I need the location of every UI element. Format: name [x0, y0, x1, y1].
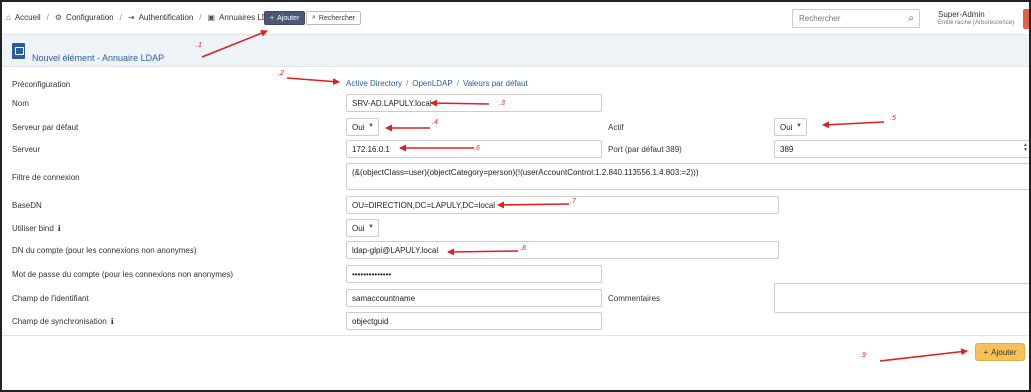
- submit-add-label: Ajouter: [991, 347, 1017, 357]
- login-icon: ⇥: [127, 13, 135, 22]
- chevron-down-icon: ▼: [796, 123, 802, 129]
- preset-separator: /: [406, 79, 409, 88]
- chevron-down-icon: ▼: [368, 224, 374, 230]
- comments-label: Commentaires: [608, 294, 661, 303]
- arrow-9: [879, 348, 968, 362]
- preset-openldap[interactable]: OpenLDAP: [412, 79, 452, 88]
- name-field[interactable]: SRV-AD.LAPULY.local: [346, 94, 602, 112]
- plus-icon: +: [270, 14, 275, 22]
- bind-select[interactable]: Oui ▼: [346, 219, 379, 237]
- annotation-label: .8: [520, 245, 526, 252]
- breadcrumb-authentication[interactable]: Authentification: [139, 13, 194, 22]
- bind-label: Utiliser bind ℹ: [12, 224, 61, 233]
- address-book-icon: [12, 43, 25, 59]
- info-icon[interactable]: ℹ: [111, 317, 114, 326]
- filter-textarea[interactable]: (&(objectClass=user)(objectCategory=pers…: [346, 163, 1029, 190]
- port-field[interactable]: 389 ▲ ▼: [774, 140, 1029, 158]
- active-label: Actif: [608, 123, 624, 132]
- breadcrumb-separator: /: [46, 13, 49, 22]
- identifier-field[interactable]: samaccountname: [346, 289, 602, 307]
- gear-icon: ⚙: [54, 13, 63, 22]
- annotation-label: .1: [196, 42, 202, 49]
- plus-icon: +: [983, 347, 989, 357]
- annotation-label: .9: [860, 352, 866, 359]
- annotation-label: .6: [474, 145, 480, 152]
- global-search-box: ⌕: [792, 9, 920, 28]
- chevron-down-icon: ▼: [368, 123, 374, 129]
- basedn-field[interactable]: OU=DIRECTION,DC=LAPULY,DC=local: [346, 196, 779, 214]
- bind-value: Oui: [352, 224, 365, 233]
- preset-separator: /: [456, 79, 459, 88]
- info-icon[interactable]: ℹ: [58, 224, 61, 233]
- active-value: Oui: [780, 123, 793, 132]
- default-server-label: Serveur par défaut: [12, 123, 79, 132]
- active-select[interactable]: Oui ▼: [774, 118, 807, 136]
- search-icon: ⌕: [312, 14, 316, 21]
- page-header: Nouvel élément - Annuaire LDAP: [2, 35, 1029, 67]
- search-button-label: Rechercher: [318, 14, 356, 22]
- identifier-label: Champ de l'identifiant: [12, 294, 89, 303]
- sync-label: Champ de synchronisation ℹ: [12, 317, 114, 326]
- add-button-label: Ajouter: [277, 14, 300, 22]
- user-menu-tab[interactable]: [1023, 9, 1029, 29]
- user-name[interactable]: Super-Admin: [938, 10, 985, 19]
- sync-field[interactable]: objectguid: [346, 312, 602, 330]
- breadcrumb-configuration[interactable]: Configuration: [66, 13, 114, 22]
- breadcrumb-separator: /: [119, 13, 122, 22]
- annotation-label: .4: [432, 119, 438, 126]
- arrow-5: [822, 121, 885, 129]
- annotation-label: .3: [499, 100, 505, 107]
- default-server-select[interactable]: Oui ▼: [346, 118, 379, 136]
- submit-add-button[interactable]: + Ajouter: [975, 343, 1025, 361]
- server-label: Serveur: [12, 145, 41, 154]
- magnifier-icon[interactable]: ⌕: [908, 13, 914, 24]
- preset-active-directory[interactable]: Active Directory: [346, 79, 402, 88]
- top-bar: ⌂ Accueil / ⚙ Configuration / ⇥ Authenti…: [2, 2, 1029, 35]
- password-label: Mot de passe du compte (pour les connexi…: [12, 270, 234, 279]
- global-search-input[interactable]: [793, 10, 893, 27]
- page-title: Nouvel élément - Annuaire LDAP: [32, 53, 165, 63]
- preset-defaults[interactable]: Valeurs par défaut: [463, 79, 528, 88]
- password-field[interactable]: ••••••••••••••: [346, 265, 602, 283]
- account-dn-label: DN du compte (pour les connexions non an…: [12, 246, 197, 255]
- home-icon: ⌂: [6, 13, 11, 22]
- breadcrumb-home[interactable]: Accueil: [15, 13, 41, 22]
- screen-frame: ⌂ Accueil / ⚙ Configuration / ⇥ Authenti…: [0, 0, 1031, 392]
- basedn-label: BaseDN: [12, 201, 42, 210]
- user-entity[interactable]: Entité racine (Arborescence): [938, 20, 1014, 26]
- port-label: Port (par défaut 389): [608, 145, 682, 154]
- form-divider: [2, 335, 1029, 336]
- breadcrumb: ⌂ Accueil / ⚙ Configuration / ⇥ Authenti…: [6, 13, 278, 22]
- search-button[interactable]: ⌕ Rechercher: [306, 11, 362, 25]
- port-value: 389: [780, 145, 794, 154]
- annotation-label: .7: [570, 198, 576, 205]
- sync-label-text: Champ de synchronisation: [12, 317, 107, 326]
- default-server-value: Oui: [352, 123, 365, 132]
- bind-label-text: Utiliser bind: [12, 224, 54, 233]
- stepper-icon[interactable]: ▲ ▼: [1023, 143, 1028, 153]
- arrow-2: [286, 77, 340, 86]
- breadcrumb-separator: /: [199, 13, 202, 22]
- annotation-label: .2: [278, 70, 284, 77]
- annotation-label: .5: [890, 115, 896, 122]
- filter-label: Filtre de connexion: [12, 173, 80, 182]
- comments-textarea[interactable]: [774, 283, 1029, 313]
- preset-links: Active Directory / OpenLDAP / Valeurs pa…: [346, 79, 528, 88]
- account-dn-field[interactable]: ldap-glpi@LAPULY.local: [346, 241, 779, 259]
- name-label: Nom: [12, 99, 29, 108]
- add-button[interactable]: + Ajouter: [264, 11, 306, 25]
- address-book-icon: ▣: [207, 13, 216, 22]
- preconfig-label: Préconfiguration: [12, 80, 71, 89]
